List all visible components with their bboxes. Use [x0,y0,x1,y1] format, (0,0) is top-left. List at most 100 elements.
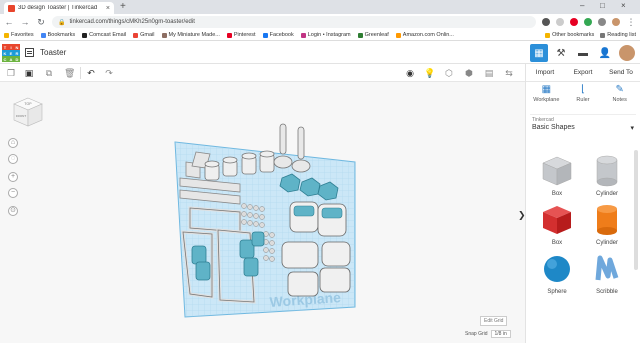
url-bar[interactable]: 🔒 tinkercad.com/things/cMKh25n0gm-toaste… [52,16,536,28]
user-avatar[interactable] [618,44,636,62]
hammer-pick-icon[interactable]: ⚒ [552,44,570,62]
shapes-grid: Box Cylinder Box Cylinder Sphere Scribbl… [532,154,632,295]
snap-grid-label: Snap Grid [465,331,488,337]
undo-icon[interactable]: ↶ [86,68,96,78]
align-icon[interactable]: ▤ [484,68,494,78]
bookmark-icon [161,32,167,38]
tinkercad-logo[interactable]: TIN KER CAD [2,44,20,62]
mirror-icon[interactable]: ⇆ [504,68,514,78]
ungroup-icon[interactable]: ⬢ [464,68,474,78]
3d-workspace[interactable]: TOP FRONT ⌂ ◌ + − ⊙ Workplane ❯ Edit Gri… [0,82,526,343]
bookmark-icon [395,32,401,38]
ruler-icon: ⌊ [581,84,585,95]
shape-scribble[interactable]: Scribble [582,252,632,295]
ruler-tool[interactable]: ⌊ Ruler [565,84,602,108]
bookmark-icon [262,32,268,38]
shape-cylinder-orange[interactable]: Cylinder [582,203,632,246]
address-bar: ← → ↻ 🔒 tinkercad.com/things/cMKh25n0gm-… [0,14,640,30]
tools-row: ▦ Workplane ⌊ Ruler ✎ Notes [526,82,640,110]
redo-icon[interactable]: ↷ [104,68,114,78]
browser-tab-bar: 3D design Toaster | Tinkercad × + – □ × [0,0,640,14]
panel-scrollbar[interactable] [634,150,638,270]
bookmark-item[interactable]: Amazon.com Onlin... [395,32,454,38]
puzzle-icon[interactable] [598,18,606,26]
handles [273,123,311,173]
shape-box-red[interactable]: Box [532,203,582,246]
reload-button[interactable]: ↻ [36,17,46,28]
light-bulb-icon[interactable]: 💡 [424,68,435,78]
url-text: tinkercad.com/things/cMKh25n0gm-toaster/… [69,19,195,25]
library-selected: Basic Shapes [532,124,575,131]
bookmark-icon [300,32,306,38]
cylinder-gray-icon [596,155,618,187]
tinkercad-header: TIN KER CAD Toaster ▦ ⚒ ▬ 👤 [0,42,640,64]
bookmark-icon [133,32,139,38]
folder-icon [545,32,551,38]
workplane-scene[interactable]: Workplane [0,82,525,343]
shape-cylinder-gray[interactable]: Cylinder [582,154,632,197]
snap-grid: Snap Grid 1/8 in [465,330,511,338]
tab-close-icon[interactable]: × [106,5,110,12]
bookmark-item[interactable]: Bookmarks [40,32,75,38]
export-button[interactable]: Export [564,64,602,81]
extension-icon[interactable] [542,18,550,26]
visibility-icon[interactable]: ◉ [405,68,415,78]
delete-icon[interactable]: 🗑 [64,68,75,78]
browser-tab[interactable]: 3D design Toaster | Tinkercad × [4,2,114,14]
workplane-tool[interactable]: ▦ Workplane [528,84,565,108]
bricks-icon[interactable]: ▬ [574,44,592,62]
reading-list[interactable]: Reading list [600,32,636,38]
edit-grid-button[interactable]: Edit Grid [480,316,508,326]
box-red-icon [543,206,571,234]
bookmark-item[interactable]: Facebook [262,32,294,38]
maximize-button[interactable]: □ [600,1,605,10]
group-icon[interactable]: ⬡ [444,68,454,78]
close-window-button[interactable]: × [621,1,626,10]
box-gray-icon [542,156,572,186]
pinterest-extension-icon[interactable] [570,18,578,26]
minimize-button[interactable]: – [580,1,584,10]
design-name[interactable]: Toaster [40,48,66,57]
bookmark-item[interactable]: Pinterest [226,32,256,38]
toolbar-divider [80,67,81,79]
duplicate-icon[interactable]: ⧉ [44,68,54,78]
notes-tool[interactable]: ✎ Notes [601,84,638,108]
bookmark-icon [4,32,9,38]
bookmark-item[interactable]: Favorites [4,32,34,38]
reading-list-icon [600,32,606,38]
lock-icon: 🔒 [58,19,66,26]
3d-view-grid-icon[interactable]: ▦ [530,44,548,62]
snap-grid-select[interactable]: 1/8 in [490,330,511,338]
bookmark-item[interactable]: Gmail [133,32,155,38]
dropdown-arrow-icon: ▾ [630,125,634,132]
bookmark-item[interactable]: My Miniature Made... [161,32,220,38]
profile-avatar[interactable] [612,18,620,26]
other-bookmarks[interactable]: Other bookmarks [545,32,594,38]
notes-icon: ✎ [615,84,624,95]
shape-library-selector[interactable]: Tinkercad Basic Shapes ▾ [530,114,636,134]
back-button[interactable]: ← [4,17,14,27]
bookmark-item[interactable]: Login • Instagram [300,32,351,38]
new-tab-button[interactable]: + [120,1,126,12]
bookmark-item[interactable]: Greenleaf [357,32,389,38]
menu-dots-icon[interactable]: ⋮ [626,17,636,28]
bookmark-item[interactable]: Comcast Email [82,32,126,38]
design-list-icon[interactable] [25,48,34,57]
forward-button[interactable]: → [20,17,30,27]
send-to-button[interactable]: Send To [602,64,640,81]
extension-icon-2[interactable] [584,18,592,26]
shape-sphere[interactable]: Sphere [532,252,582,295]
import-export-bar: Import Export Send To [526,64,640,82]
add-user-icon[interactable]: 👤 [596,44,614,62]
paste-icon[interactable]: ▣ [24,68,34,78]
right-panel: Import Export Send To ▦ Workplane ⌊ Rule… [525,64,640,343]
edit-toolbar: ❐ ▣ ⧉ 🗑 ↶ ↷ ◉ 💡 ⬡ ⬢ ▤ ⇆ [0,64,525,82]
bookmark-icon [357,32,363,38]
bookmark-icon [82,32,88,38]
star-icon[interactable] [556,18,564,26]
cylinder-orange-icon [597,205,617,235]
copy-icon[interactable]: ❐ [6,68,16,78]
import-button[interactable]: Import [526,64,564,81]
shape-box-gray[interactable]: Box [532,154,582,197]
bookmark-icon [226,32,232,38]
